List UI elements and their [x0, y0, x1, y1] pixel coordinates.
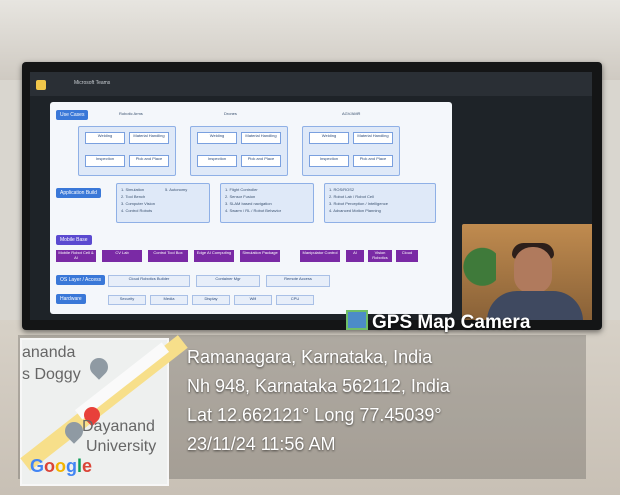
lab-label-2: Drones — [224, 111, 237, 116]
app-left-2: 2. Tool Bench — [121, 194, 146, 199]
use-case-3-3: Inspection — [309, 155, 349, 167]
use-case-3-2: Material Handling — [353, 132, 393, 144]
use-cases-tag: Use Cases — [56, 110, 89, 120]
lab-label-1: Robotic Arms — [119, 111, 143, 116]
google-letter: e — [82, 456, 93, 476]
purple-item-6: Manipulator Control — [300, 250, 340, 262]
hardware-item-1: Security — [108, 295, 146, 305]
plant-background — [462, 246, 496, 298]
app-icon[interactable] — [36, 80, 46, 90]
gps-details: Ramanagara, Karnataka, India Nh 948, Kar… — [187, 343, 577, 459]
use-case-3-1: Welding — [309, 132, 349, 144]
apps-right-box: 1. ROS/ROS2 2. Robot Lab / Robot Cell 3.… — [324, 183, 436, 223]
agv-box: Welding Material Handling Inspection Pic… — [302, 126, 400, 176]
drones-box: Welding Material Handling Inspection Pic… — [190, 126, 288, 176]
use-case-2-4: Pick and Place — [241, 155, 281, 167]
hardware-item-5: CPU — [276, 295, 314, 305]
app-title: Microsoft Teams — [74, 80, 111, 86]
mobile-base-tag: Mobile Base — [56, 235, 92, 245]
person-head — [514, 247, 552, 293]
gps-camera-title-text: GPS Map Camera — [372, 312, 531, 333]
map-pin-icon — [86, 354, 112, 380]
app-top-bar — [30, 72, 592, 96]
map-label-3: Dayanand — [82, 418, 155, 435]
purple-item-9: Cloud — [396, 250, 418, 262]
use-case-2-2: Material Handling — [241, 132, 281, 144]
light-item-2: Container Mgr — [196, 275, 260, 287]
purple-item-7: AI — [346, 250, 364, 262]
presentation-slide: Use Cases Robotic Arms Drones AGV/AMR We… — [50, 102, 452, 314]
teams-screen: Microsoft Teams Use Cases Robotic Arms D… — [30, 72, 592, 320]
use-case-1-1: Welding — [85, 132, 125, 144]
use-case-1-4: Pick and Place — [129, 155, 169, 167]
app-right-2: 2. Robot Lab / Robot Cell — [329, 194, 374, 199]
purple-item-4: Edge AI Computing — [194, 250, 234, 262]
use-case-3-4: Pick and Place — [353, 155, 393, 167]
google-letter: g — [66, 456, 78, 476]
google-letter: o — [55, 456, 67, 476]
gps-camera-title: GPS Map Camera — [346, 310, 584, 334]
coordinates: Lat 12.662121° Long 77.45039° — [187, 405, 442, 425]
purple-item-1: Mobile Robot Cell & AI — [56, 250, 96, 262]
apps-mid-box: 1. Flight Controller 2. Sensor Fusion 3.… — [220, 183, 314, 223]
use-case-1-3: Inspection — [85, 155, 125, 167]
hardware-item-2: Media — [150, 295, 188, 305]
os-layer-tag: OS Layer / Access — [56, 275, 106, 285]
app-left-5: 5. Autonomy — [165, 187, 188, 192]
camera-icon — [346, 310, 368, 330]
app-mid-3: 3. SLAM based navigation — [225, 201, 272, 206]
map-label-2: s Doggy — [22, 366, 81, 383]
light-item-3: Remote Access — [266, 275, 330, 287]
lab-label-3: AGV/AMR — [342, 111, 361, 116]
app-left-3: 3. Computer Vision — [121, 201, 155, 206]
hardware-tag: Hardware — [56, 294, 86, 304]
location-line-1: Ramanagara, Karnataka, India — [187, 347, 433, 367]
app-left-1: 1. Simulation — [121, 187, 145, 192]
app-mid-4: 4. Swarm / RL / Robot Behavior — [225, 208, 282, 213]
app-right-4: 4. Advanced Motion Planning — [329, 208, 381, 213]
application-build-tag: Application Build — [56, 188, 101, 198]
app-mid-2: 2. Sensor Fusion — [225, 194, 256, 199]
app-right-1: 1. ROS/ROS2 — [329, 187, 355, 192]
map-label-1: ananda — [22, 344, 76, 361]
google-letter: o — [44, 456, 56, 476]
google-logo: Google — [30, 456, 92, 477]
hardware-item-3: Display — [192, 295, 230, 305]
purple-item-8: Vision Robotics — [368, 250, 392, 262]
app-right-3: 3. Robot Perception / Intelligence — [329, 201, 388, 206]
use-case-1-2: Material Handling — [129, 132, 169, 144]
timestamp: 23/11/24 11:56 AM — [187, 434, 336, 454]
google-letter: G — [30, 456, 45, 476]
map-thumbnail: ananda s Doggy Dayanand University Googl… — [20, 335, 188, 486]
hardware-item-4: Wifi — [234, 295, 272, 305]
apps-left-box: 1. Simulation 2. Tool Bench 3. Computer … — [116, 183, 210, 223]
location-line-2: Nh 948, Karnataka 562112, India — [187, 376, 450, 396]
participant-video[interactable] — [462, 224, 592, 320]
app-mid-1: 1. Flight Controller — [225, 187, 258, 192]
app-left-4: 4. Control Robots — [121, 208, 153, 213]
use-case-2-1: Welding — [197, 132, 237, 144]
use-case-2-3: Inspection — [197, 155, 237, 167]
purple-item-3: Control Tool Box — [148, 250, 188, 262]
light-item-1: Cloud Robotics Builder — [108, 275, 190, 287]
purple-item-2: CV Lab — [102, 250, 142, 262]
robotic-arms-box: Welding Material Handling Inspection Pic… — [78, 126, 176, 176]
map-label-4: University — [86, 438, 157, 455]
purple-item-5: Simulation Package — [240, 250, 280, 262]
